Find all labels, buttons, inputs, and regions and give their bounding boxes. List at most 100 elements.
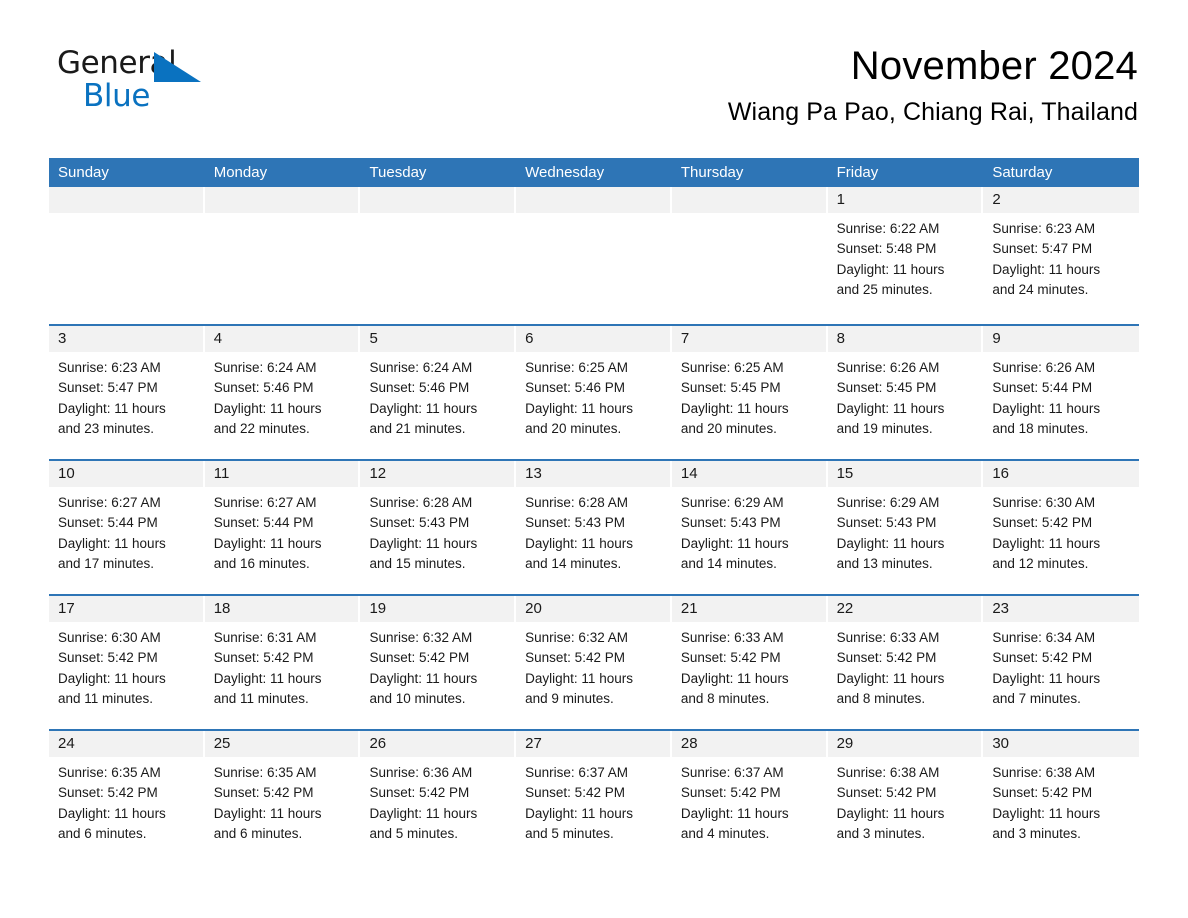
day-number: 23 (992, 600, 1009, 617)
calendar-day-cell[interactable]: 7 Sunrise: 6:25 AM Sunset: 5:45 PM Daylight… (671, 326, 828, 459)
daylight-text-line1: Daylight: 11 hours (369, 805, 478, 821)
daylight-text-line2: and 3 minutes. (992, 825, 1081, 841)
calendar-empty-cell (204, 187, 361, 324)
day-number-strip: 17 (49, 596, 203, 622)
sunset-text: Sunset: 5:42 PM (680, 650, 781, 666)
calendar-day-cell[interactable]: 22 Sunrise: 6:33 AM Sunset: 5:42 PM Dayligh… (827, 596, 984, 729)
daylight-text-line2: and 20 minutes. (525, 420, 622, 436)
calendar-day-cell[interactable]: 6 Sunrise: 6:25 AM Sunset: 5:46 PM Daylight… (516, 326, 672, 459)
calendar-day-cell[interactable]: 8 Sunrise: 6:26 AM Sunset: 5:45 PM Daylight… (827, 326, 984, 459)
calendar-day-cell[interactable]: 4 Sunrise: 6:24 AM Sunset: 5:46 PM Daylight… (204, 326, 361, 459)
day-number-strip: 19 (360, 596, 515, 622)
day-details: Sunrise: 6:30 AM Sunset: 5:42 PM Daylight:… (49, 622, 205, 709)
calendar-day-cell[interactable]: 16 Sunrise: 6:30 AM Sunset: 5:42 PM Dayligh… (983, 461, 1140, 594)
daylight-text-line2: and 15 minutes. (369, 555, 466, 571)
day-details: Sunrise: 6:33 AM Sunset: 5:42 PM Daylight:… (672, 622, 828, 709)
daylight-text-line2: and 22 minutes. (213, 420, 310, 436)
sunrise-text: Sunrise: 6:38 AM (992, 765, 1096, 780)
sunset-text: Sunset: 5:42 PM (369, 650, 470, 666)
calendar-week-row: 10 Sunrise: 6:27 AM Sunset: 5:44 PM Dayligh… (49, 459, 1140, 594)
day-number: 8 (836, 330, 845, 347)
day-number: 9 (992, 330, 1001, 347)
day-details: Sunrise: 6:38 AM Sunset: 5:42 PM Daylight:… (828, 757, 984, 844)
calendar-day-cell[interactable]: 28 Sunrise: 6:37 AM Sunset: 5:42 PM Dayligh… (671, 731, 828, 864)
daylight-text-line1: Daylight: 11 hours (836, 400, 945, 416)
day-number-strip: 25 (204, 731, 359, 757)
day-details: Sunrise: 6:22 AM Sunset: 5:48 PM Daylight:… (828, 213, 984, 300)
calendar-day-cell[interactable]: 21 Sunrise: 6:33 AM Sunset: 5:42 PM Dayligh… (671, 596, 828, 729)
sunrise-text: Sunrise: 6:24 AM (369, 360, 473, 375)
day-number: 14 (680, 465, 698, 482)
daylight-text-line1: Daylight: 11 hours (992, 805, 1101, 821)
sunset-text: Sunset: 5:42 PM (58, 785, 158, 801)
calendar-day-cell[interactable]: 19 Sunrise: 6:32 AM Sunset: 5:42 PM Dayligh… (360, 596, 517, 729)
day-details: Sunrise: 6:29 AM Sunset: 5:43 PM Daylight:… (828, 487, 984, 574)
sunrise-text: Sunrise: 6:24 AM (213, 360, 317, 375)
day-number-strip: 4 (204, 326, 359, 352)
sunset-text: Sunset: 5:46 PM (213, 380, 314, 396)
calendar-day-cell[interactable]: 20 Sunrise: 6:32 AM Sunset: 5:42 PM Dayligh… (516, 596, 672, 729)
sunrise-text: Sunrise: 6:25 AM (525, 360, 628, 375)
calendar-day-cell[interactable]: 30 Sunrise: 6:38 AM Sunset: 5:42 PM Dayligh… (983, 731, 1140, 864)
sunrise-text: Sunrise: 6:30 AM (58, 630, 161, 645)
page-title: November 2024 (850, 44, 1138, 88)
calendar-empty-cell (49, 187, 205, 324)
day-details: Sunrise: 6:33 AM Sunset: 5:42 PM Daylight:… (828, 622, 984, 709)
weekday-header-friday: Friday (836, 164, 879, 181)
daylight-text-line1: Daylight: 11 hours (836, 535, 945, 551)
logo-text-blue: Blue (83, 78, 150, 114)
calendar-day-cell[interactable]: 25 Sunrise: 6:35 AM Sunset: 5:42 PM Dayligh… (204, 731, 361, 864)
calendar-day-cell[interactable]: 18 Sunrise: 6:31 AM Sunset: 5:42 PM Dayligh… (204, 596, 361, 729)
daylight-text-line1: Daylight: 11 hours (680, 400, 789, 416)
daylight-text-line1: Daylight: 11 hours (836, 261, 945, 277)
sunset-text: Sunset: 5:48 PM (836, 241, 937, 257)
calendar-day-cell[interactable]: 1 Sunrise: 6:22 AM Sunset: 5:48 PM Daylight… (827, 187, 984, 324)
sunrise-text: Sunrise: 6:29 AM (836, 495, 940, 510)
day-number: 10 (58, 465, 75, 482)
calendar-day-cell[interactable]: 3 Sunrise: 6:23 AM Sunset: 5:47 PM Daylight… (49, 326, 205, 459)
calendar-day-cell[interactable]: 24 Sunrise: 6:35 AM Sunset: 5:42 PM Dayligh… (49, 731, 205, 864)
calendar-day-cell[interactable]: 27 Sunrise: 6:37 AM Sunset: 5:42 PM Dayligh… (516, 731, 672, 864)
day-number: 25 (213, 735, 231, 752)
calendar-day-cell[interactable]: 17 Sunrise: 6:30 AM Sunset: 5:42 PM Dayligh… (49, 596, 205, 729)
weekday-header-saturday: Saturday (992, 164, 1053, 181)
general-blue-logo[interactable]: General Blue (57, 44, 207, 116)
calendar-day-cell[interactable]: 12 Sunrise: 6:28 AM Sunset: 5:43 PM Dayligh… (360, 461, 517, 594)
calendar-day-cell[interactable]: 26 Sunrise: 6:36 AM Sunset: 5:42 PM Dayligh… (360, 731, 517, 864)
calendar-day-cell[interactable]: 29 Sunrise: 6:38 AM Sunset: 5:42 PM Dayligh… (827, 731, 984, 864)
daylight-text-line2: and 11 minutes. (58, 690, 154, 706)
calendar-day-cell[interactable]: 23 Sunrise: 6:34 AM Sunset: 5:42 PM Dayligh… (983, 596, 1140, 729)
calendar-day-cell[interactable]: 11 Sunrise: 6:27 AM Sunset: 5:44 PM Dayligh… (204, 461, 361, 594)
calendar-week-row: 3 Sunrise: 6:23 AM Sunset: 5:47 PM Daylight… (49, 324, 1140, 459)
daylight-text-line1: Daylight: 11 hours (58, 535, 166, 551)
sunrise-text: Sunrise: 6:37 AM (525, 765, 628, 780)
day-number-strip: 11 (204, 461, 359, 487)
day-number: 17 (58, 600, 75, 617)
daylight-text-line2: and 21 minutes. (369, 420, 466, 436)
calendar-empty-cell (516, 187, 672, 324)
calendar-day-cell[interactable]: 2 Sunrise: 6:23 AM Sunset: 5:47 PM Daylight… (983, 187, 1140, 324)
daylight-text-line1: Daylight: 11 hours (58, 400, 166, 416)
title-block: November 2024 Wiang Pa Pao, Chiang Rai, … (207, 44, 1138, 127)
daylight-text-line1: Daylight: 11 hours (992, 535, 1101, 551)
daylight-text-line2: and 16 minutes. (213, 555, 310, 571)
calendar-day-cell[interactable]: 13 Sunrise: 6:28 AM Sunset: 5:43 PM Dayligh… (516, 461, 672, 594)
sunrise-text: Sunrise: 6:33 AM (836, 630, 940, 645)
daylight-text-line2: and 14 minutes. (680, 555, 777, 571)
sunrise-text: Sunrise: 6:23 AM (992, 221, 1096, 236)
calendar-empty-cell (360, 187, 517, 324)
calendar-day-cell[interactable]: 5 Sunrise: 6:24 AM Sunset: 5:46 PM Daylight… (360, 326, 517, 459)
sunrise-text: Sunrise: 6:38 AM (836, 765, 940, 780)
sunrise-text: Sunrise: 6:32 AM (525, 630, 628, 645)
calendar-day-cell[interactable]: 14 Sunrise: 6:29 AM Sunset: 5:43 PM Dayligh… (671, 461, 828, 594)
calendar-day-cell[interactable]: 10 Sunrise: 6:27 AM Sunset: 5:44 PM Dayligh… (49, 461, 205, 594)
daylight-text-line2: and 8 minutes. (680, 690, 770, 706)
day-number-strip: 10 (49, 461, 203, 487)
daylight-text-line2: and 6 minutes. (213, 825, 303, 841)
day-number-strip: 9 (983, 326, 1140, 352)
sunrise-text: Sunrise: 6:22 AM (836, 221, 940, 236)
day-number-strip: 5 (360, 326, 515, 352)
daylight-text-line1: Daylight: 11 hours (213, 670, 322, 686)
calendar-day-cell[interactable]: 9 Sunrise: 6:26 AM Sunset: 5:44 PM Daylight… (983, 326, 1140, 459)
calendar-day-cell[interactable]: 15 Sunrise: 6:29 AM Sunset: 5:43 PM Dayligh… (827, 461, 984, 594)
